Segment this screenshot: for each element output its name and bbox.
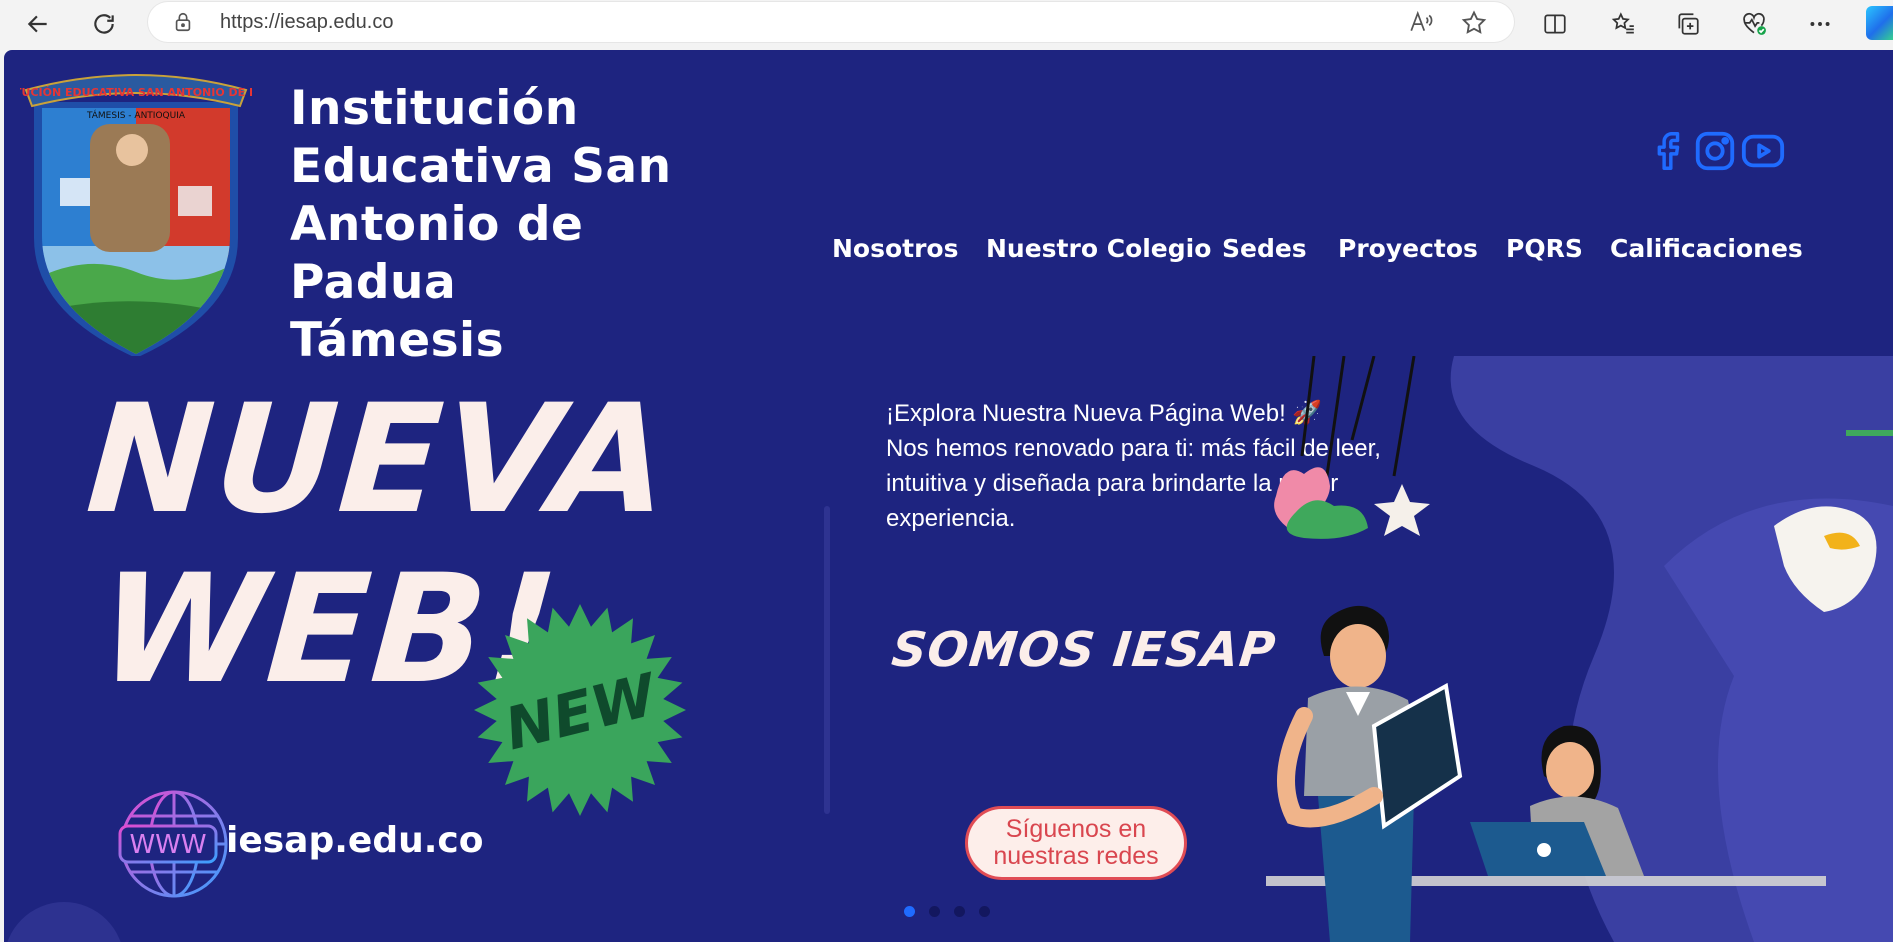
nav-item-proyectos[interactable]: Proyectos — [1338, 234, 1478, 263]
school-name-line: Institución — [290, 81, 579, 136]
collections-icon[interactable] — [1670, 6, 1706, 42]
lock-icon[interactable] — [172, 11, 194, 33]
refresh-icon[interactable] — [86, 6, 122, 42]
address-bar[interactable]: https://iesap.edu.co — [148, 2, 1514, 42]
www-label: WWW — [129, 830, 206, 860]
school-name-line: Antonio de Padua — [290, 197, 584, 310]
split-screen-icon[interactable] — [1537, 6, 1573, 42]
website-viewport: INSTITUCIÓN EDUCATIVA SAN ANTONIO DE PAD… — [4, 50, 1893, 942]
copilot-icon[interactable] — [1866, 6, 1893, 40]
back-icon[interactable] — [20, 6, 56, 42]
nav-item-pqrs[interactable]: PQRS — [1506, 234, 1583, 263]
students-illustration — [1266, 356, 1893, 942]
follow-us-button[interactable]: Síguenos en nuestras redes — [965, 806, 1187, 880]
favorites-icon[interactable] — [1605, 6, 1641, 42]
nav-item-nuestro-colegio[interactable]: Nuestro Colegio — [986, 234, 1211, 263]
carousel-dot[interactable] — [979, 906, 990, 917]
nav-item-sedes[interactable]: Sedes — [1222, 234, 1307, 263]
nav-item-calificaciones[interactable]: Calificaciones — [1610, 234, 1803, 263]
url-text[interactable]: https://iesap.edu.co — [220, 11, 393, 34]
carousel-dot[interactable] — [954, 906, 965, 917]
facebook-icon[interactable] — [1644, 128, 1690, 174]
hero-divider — [824, 506, 830, 814]
globe-icon: WWW — [118, 790, 228, 898]
carousel-dot[interactable] — [929, 906, 940, 917]
youtube-icon[interactable] — [1740, 128, 1786, 174]
school-name-line: Támesis — [290, 313, 505, 368]
browser-toolbar: https://iesap.edu.co — [0, 0, 1893, 48]
school-crest-logo[interactable]: INSTITUCIÓN EDUCATIVA SAN ANTONIO DE PAD… — [20, 66, 252, 356]
hero-headline-nueva: NUEVA — [81, 373, 676, 547]
site-url-text: iesap.edu.co — [226, 820, 484, 861]
browser-essentials-icon[interactable] — [1736, 6, 1772, 42]
favorite-star-icon[interactable] — [1460, 9, 1488, 37]
instagram-icon[interactable] — [1692, 128, 1738, 174]
carousel-dot[interactable] — [904, 906, 915, 917]
crest-sub-text: TÁMESIS - ANTIOQUIA — [86, 109, 186, 121]
new-badge: NEW — [474, 604, 686, 816]
school-name-title[interactable]: Institución Educativa San Antonio de Pad… — [290, 80, 740, 370]
school-name-line: Educativa San — [290, 139, 672, 194]
read-aloud-icon[interactable] — [1408, 9, 1434, 35]
nav-item-nosotros[interactable]: Nosotros — [832, 234, 959, 263]
crest-top-text: INSTITUCIÓN EDUCATIVA SAN ANTONIO DE PAD… — [20, 86, 252, 99]
carousel-indicators — [904, 906, 990, 917]
more-icon[interactable] — [1802, 6, 1838, 42]
decorative-blob — [4, 902, 124, 942]
somos-iesap-heading: SOMOS IESAP — [889, 622, 1279, 678]
